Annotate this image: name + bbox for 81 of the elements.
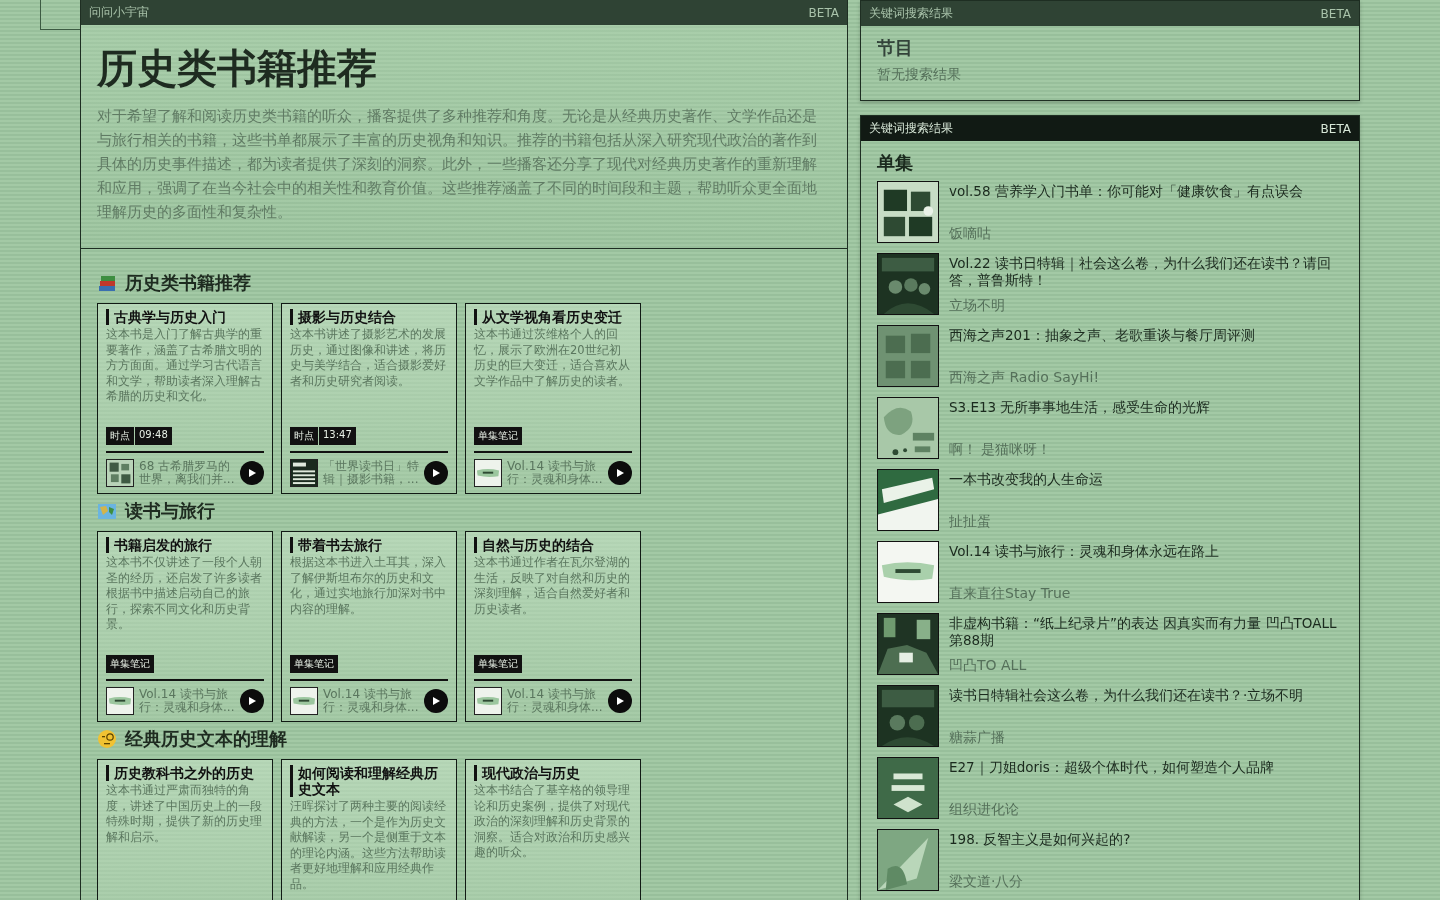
card-title: 书籍启发的旅行	[106, 537, 264, 553]
episode-title[interactable]: S3.E13 无所事事地生活，感受生命的光辉	[949, 399, 1211, 416]
books-icon	[97, 273, 117, 293]
play-button[interactable]	[240, 461, 264, 485]
tag: 单集笔记	[290, 655, 338, 673]
podcast-name: 饭嘀咕	[949, 225, 992, 243]
play-icon	[247, 468, 257, 478]
card-description: 这本书讲述了摄影艺术的发展历史，通过图像和讲述，将历史与美学结合，适合摄影爱好者和历史研究者阅读。	[290, 327, 447, 390]
card-description: 这本书通过茨维格个人的回忆，展示了欧洲在20世纪初历史的巨大变迁，适合喜欢从文学作品中了解历史的读者。	[474, 327, 631, 390]
card-description: 这本书不仅讲述了一段个人朝圣的经历，还启发了许多读者根据书中描述启动自己的旅行，探索不同文化和历史背景。	[106, 555, 263, 633]
play-button[interactable]	[424, 689, 448, 713]
empty-message: 暂无搜索结果	[877, 66, 962, 84]
episode-title[interactable]: 读书日特辑社会这么卷，为什么我们还在读书？·立场不明	[949, 687, 1304, 704]
podcast-name: 梁文道·八分	[949, 873, 1025, 891]
card-title: 古典学与历史入门	[106, 309, 264, 325]
card-description: 这本书通过严肃而独特的角度，讲述了中国历史上的一段特殊时期，提供了新的历史理解和启示。	[106, 783, 263, 846]
card-title: 如何阅读和理解经典历史文本	[290, 765, 448, 797]
episode-title: Vol.14 读书与旅行：灵魂和身体...	[507, 688, 603, 714]
card-description: 这本书通过作者在瓦尔登湖的生活，反映了对自然和历史的深刻理解，适合自然爱好者和历史读者。	[474, 555, 631, 618]
episode-title[interactable]: Vol.14 读书与旅行：灵魂和身体永远在路上	[949, 543, 1219, 560]
episode-title: Vol.14 读书与旅行：灵魂和身体...	[139, 688, 235, 714]
emoji-icon	[97, 729, 117, 749]
card-title: 摄影与历史结合	[290, 309, 448, 325]
episode-title: 「世界读书日」特辑｜摄影书籍，...	[323, 460, 419, 486]
episode-title: Vol.14 读书与旅行：灵魂和身体...	[323, 688, 419, 714]
podcast-name: 凹凸TO ALL	[949, 657, 1028, 675]
app-title: 问问小宇宙	[89, 4, 149, 21]
play-icon	[615, 468, 625, 478]
episode-title[interactable]: E27｜刀姐doris：超级个体时代，如何塑造个人品牌	[949, 759, 1274, 776]
episode-title[interactable]: 西海之声201：抽象之声、老歌重谈与餐厅周评测	[949, 327, 1255, 344]
episode-title[interactable]: 非虚构书籍：“纸上纪录片”的表达 因真实而有力量 凹凸TOALL 第88期	[949, 615, 1343, 649]
card-description: 这本书是入门了解古典学的重要著作，涵盖了古希腊文明的方方面面。通过学习古代语言和文学，帮助读者深入理解古希腊的历史和文化。	[106, 327, 263, 405]
panel-frame	[40, 0, 80, 30]
panel-title: 关键词搜索结果	[869, 5, 953, 22]
card-title: 现代政治与历史	[474, 765, 632, 781]
card-description: 根据这本书进入土耳其，深入了解伊斯坦布尔的历史和文化，通过实地旅行加深对书中内容的理解。	[290, 555, 447, 618]
page-title: 历史类书籍推荐	[97, 44, 378, 93]
map-icon	[97, 501, 117, 521]
episode-title: 68 古希腊罗马的世界，离我们并...	[139, 460, 235, 486]
episode-title[interactable]: 一本书改变我的人生命运	[949, 471, 1103, 488]
podcast-name: 直来直往Stay True	[949, 585, 1072, 603]
section-title: 历史类书籍推荐	[125, 271, 251, 295]
panel-heading: 单集	[877, 151, 914, 175]
panel-heading: 节目	[877, 36, 914, 60]
play-icon	[247, 696, 257, 706]
section-title: 读书与旅行	[125, 499, 215, 523]
podcast-name: 啊！ 是猫咪呀！	[949, 441, 1053, 459]
podcast-name: 西海之声 Radio SayHi!	[949, 369, 1101, 387]
card-title: 自然与历史的结合	[474, 537, 632, 553]
beta-label: BETA	[1320, 121, 1351, 136]
card-description: 这本书结合了基辛格的领导理论和历史案例，提供了对现代政治的深刻理解和历史背景的洞察。适合对政治和历史感兴趣的听众。	[474, 783, 631, 861]
tag: 13:47	[319, 427, 356, 445]
play-icon	[431, 468, 441, 478]
play-button[interactable]	[424, 461, 448, 485]
beta-label: BETA	[808, 5, 839, 20]
episode-title[interactable]: vol.58 营养学入门书单：你可能对「健康饮食」有点误会	[949, 183, 1303, 200]
podcast-name: 扯扯蛋	[949, 513, 992, 531]
episode-title[interactable]: 198. 反智主义是如何兴起的?	[949, 831, 1131, 848]
tag: 时点	[106, 427, 134, 445]
panel-title: 关键词搜索结果	[869, 120, 953, 137]
play-button[interactable]	[608, 689, 632, 713]
episode-title[interactable]: Vol.22 读书日特辑｜社会这么卷，为什么我们还在读书？请回答，普鲁斯特！	[949, 255, 1343, 289]
podcast-name: 立场不明	[949, 297, 1006, 315]
tag: 单集笔记	[474, 427, 522, 445]
card-title: 历史教科书之外的历史	[106, 765, 264, 781]
podcast-name: 组织进化论	[949, 801, 1020, 819]
section-title: 经典历史文本的理解	[125, 727, 287, 751]
play-button[interactable]	[608, 461, 632, 485]
tag: 09:48	[135, 427, 172, 445]
tag: 时点	[290, 427, 318, 445]
card-title: 从文学视角看历史变迁	[474, 309, 632, 325]
play-icon	[615, 696, 625, 706]
episode-title: Vol.14 读书与旅行：灵魂和身体...	[507, 460, 603, 486]
tag: 单集笔记	[106, 655, 154, 673]
card-description: 汪晖探讨了两种主要的阅读经典的方法，一个是作为历史文献解读，另一个是侧重于文本的理论内涵。这些方法帮助读者更好地理解和应用经典作品。	[290, 799, 447, 893]
beta-label: BETA	[1320, 6, 1351, 21]
tag: 单集笔记	[474, 655, 522, 673]
podcast-name: 糖蒜广播	[949, 729, 1006, 747]
play-button[interactable]	[240, 689, 264, 713]
card-title: 带着书去旅行	[290, 537, 448, 553]
play-icon	[431, 696, 441, 706]
